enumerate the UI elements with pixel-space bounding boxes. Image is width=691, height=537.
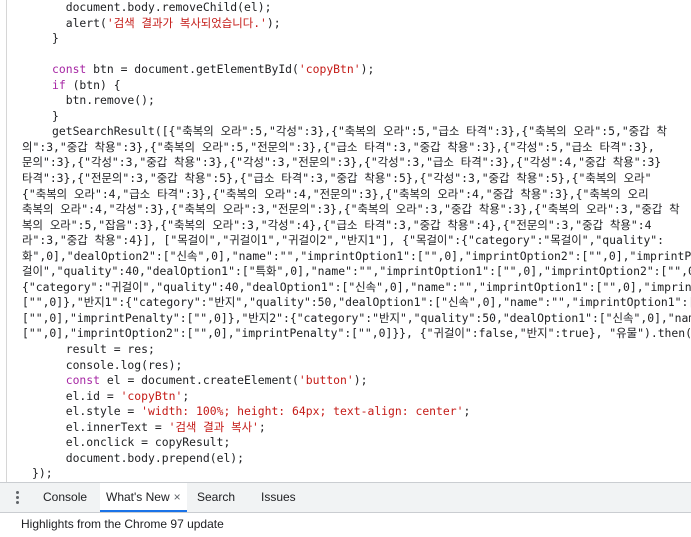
code-line[interactable]: }: [18, 109, 691, 125]
tab-issues[interactable]: Issues: [261, 483, 296, 512]
code-line[interactable]: el.style = 'width: 100%; height: 64px; t…: [18, 404, 691, 420]
code-line[interactable]: console.log(res);: [18, 358, 691, 374]
code-editor[interactable]: document.body.removeChild(el); alert('검색…: [0, 0, 691, 482]
code-line[interactable]: el.innerText = '검색 결과 복사';: [18, 420, 691, 436]
editor-gutter: [0, 0, 7, 482]
code-line[interactable]: {"축복의 오라":4,"급소 타격":3},{"축복의 오라":4,"전문의"…: [18, 187, 691, 203]
tab-issues-label: Issues: [261, 490, 296, 504]
code-content[interactable]: document.body.removeChild(el); alert('검색…: [18, 0, 691, 482]
code-line[interactable]: document.body.removeChild(el);: [18, 0, 691, 16]
tab-whats-new[interactable]: What's New ×: [100, 483, 187, 512]
code-line[interactable]: if (btn) {: [18, 78, 691, 94]
code-line[interactable]: el.id = 'copyBtn';: [18, 389, 691, 405]
code-line[interactable]: 타격":3},{"전문의":3,"중갑 착용":5},{"급소 타격":3,"중…: [18, 171, 691, 187]
code-line[interactable]: ["",0],"imprintPenalty":["",0]},"반지2":{"…: [18, 311, 691, 327]
devtools-drawer: Console What's New × Search Issues Highli…: [0, 482, 691, 537]
close-icon[interactable]: ×: [174, 490, 181, 504]
code-line[interactable]: [18, 47, 691, 63]
code-line[interactable]: 화",0],"dealOption2":["신속",0],"name":"","…: [18, 249, 691, 265]
more-menu-icon[interactable]: [16, 491, 20, 505]
tab-search-label: Search: [197, 490, 236, 504]
code-line[interactable]: {"category":"귀걸이","quality":40,"dealOpti…: [18, 280, 691, 296]
code-line[interactable]: 의":3,"중갑 착용":3},{"축복의 오라":5,"전문의":3},{"급…: [18, 140, 691, 156]
tab-search[interactable]: Search: [197, 483, 235, 512]
code-line[interactable]: const btn = document.getElementById('cop…: [18, 62, 691, 78]
code-line[interactable]: alert('검색 결과가 복사되었습니다.');: [18, 16, 691, 32]
tab-console-label: Console: [43, 490, 88, 504]
code-line[interactable]: 문의":3},{"각성":3,"중갑 착용":3},{"각성":3,"전문의":…: [18, 155, 691, 171]
code-line[interactable]: 축복의 오라":4,"각성":3},{"축복의 오라":3,"전문의":3},{…: [18, 202, 691, 218]
whats-new-highlights-title: Highlights from the Chrome 97 update: [21, 517, 224, 531]
tab-console[interactable]: Console: [43, 483, 87, 512]
code-line[interactable]: 걸이","quality":40,"dealOption1":["특화",0],…: [18, 264, 691, 280]
code-line[interactable]: }: [18, 31, 691, 47]
code-line[interactable]: });: [18, 466, 691, 482]
code-line[interactable]: ["",0],"imprintOption2":["",0],"imprintP…: [18, 326, 691, 342]
code-line[interactable]: const el = document.createElement('butto…: [18, 373, 691, 389]
code-line[interactable]: result = res;: [18, 342, 691, 358]
code-line[interactable]: ["",0]},"반지1":{"category":"반지","quality"…: [18, 295, 691, 311]
code-line[interactable]: document.body.prepend(el);: [18, 451, 691, 467]
tab-whats-new-label: What's New: [106, 490, 170, 504]
code-line[interactable]: 라":3,"중갑 착용":4}], ["목걸이","귀걸이1","귀걸이2","…: [18, 233, 691, 249]
code-line[interactable]: 복의 오라":5,"잡음":3},{"축복의 오라":3,"각성":4},{"급…: [18, 218, 691, 234]
code-line[interactable]: btn.remove();: [18, 93, 691, 109]
code-line[interactable]: el.onclick = copyResult;: [18, 435, 691, 451]
code-line[interactable]: getSearchResult([{"축복의 오라":5,"각성":3},{"축…: [18, 124, 691, 140]
drawer-tab-bar: Console What's New × Search Issues: [0, 483, 691, 513]
